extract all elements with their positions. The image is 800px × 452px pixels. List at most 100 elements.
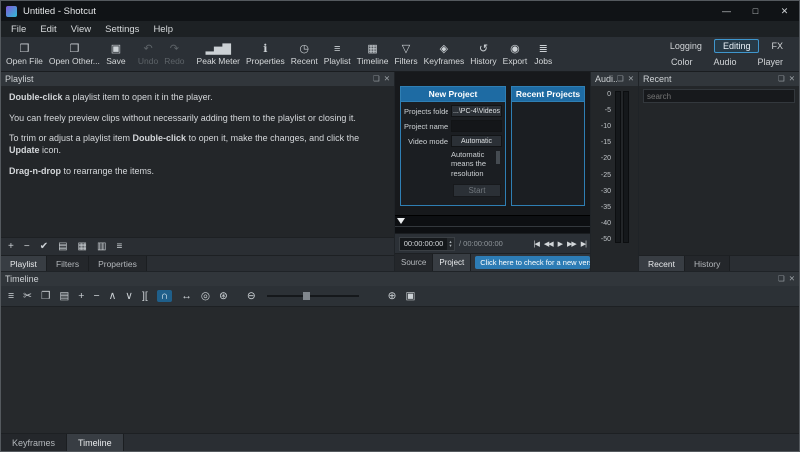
jobs-button[interactable]: ≣ Jobs [530, 42, 556, 67]
properties-button[interactable]: ℹ Properties [243, 42, 288, 67]
tab-properties[interactable]: Properties [89, 256, 147, 271]
main-toolbar: ❒ Open File ❐ Open Other... ▣ Save ↶ Und… [1, 37, 799, 72]
search-input[interactable] [643, 89, 795, 103]
scrub-while-dragging-icon[interactable]: ↔ [181, 291, 192, 302]
playhead-marker[interactable] [397, 218, 405, 224]
spinner-arrows[interactable]: ▴ ▾ [447, 237, 454, 250]
layout-tab-logging[interactable]: Logging [661, 39, 711, 53]
menu-view[interactable]: View [64, 23, 98, 36]
recent-button[interactable]: ◷ Recent [288, 42, 321, 67]
ripple-icon[interactable]: ◎ [201, 291, 210, 302]
recent-icon: ◷ [299, 42, 310, 55]
top-row: Playlist ❏ ✕ Double-click a playlist ite… [1, 72, 799, 271]
ripple-all-tracks-icon[interactable]: ⊛ [219, 291, 228, 302]
timeline-button[interactable]: ▦ Timeline [354, 42, 392, 67]
keyframes-button[interactable]: ◈ Keyframes [421, 42, 468, 67]
close-panel-icon[interactable]: ✕ [789, 75, 795, 83]
menu-file[interactable]: File [4, 23, 33, 36]
close-panel-icon[interactable]: ✕ [384, 75, 390, 83]
close-button[interactable]: ✕ [770, 1, 799, 21]
zoom-in-icon[interactable]: ⊕ [388, 291, 397, 302]
close-panel-icon[interactable]: ✕ [789, 275, 795, 283]
menu-edit[interactable]: Edit [33, 23, 63, 36]
playlist-menu-icon[interactable]: ≡ [116, 241, 122, 252]
layout-tab-editing[interactable]: Editing [713, 39, 760, 53]
maximize-button[interactable]: □ [741, 1, 770, 21]
ripple-delete-icon[interactable]: − [93, 291, 99, 302]
view-details-icon[interactable]: ▤ [58, 241, 67, 252]
copy-icon[interactable]: ❐ [41, 291, 50, 302]
project-name-input[interactable] [451, 120, 502, 132]
tab-filters[interactable]: Filters [46, 256, 90, 271]
overwrite-icon[interactable]: ∨ [125, 291, 133, 302]
tab-recent[interactable]: Recent [639, 256, 685, 271]
append-icon[interactable]: + [78, 291, 84, 302]
layout-tab-fx[interactable]: FX [762, 39, 792, 53]
fast-forward-icon[interactable]: ▶▶ [567, 240, 577, 248]
history-button[interactable]: ↺ History [467, 42, 499, 67]
seek-bar[interactable] [395, 215, 590, 233]
left-dock-tabs: Playlist Filters Properties [1, 255, 394, 271]
tab-timeline[interactable]: Timeline [67, 434, 124, 451]
layout-tab-player[interactable]: Player [748, 55, 792, 69]
undo-button[interactable]: ↶ Undo [135, 42, 161, 67]
cut-icon[interactable]: ✂ [23, 291, 32, 302]
playlist-add-icon[interactable]: + [8, 241, 14, 252]
layout-tab-audio[interactable]: Audio [704, 55, 745, 69]
description-scrollbar[interactable] [496, 151, 500, 164]
paste-icon[interactable]: ▤ [59, 291, 69, 302]
titlebar: Untitled - Shotcut — □ ✕ [1, 1, 799, 21]
projects-folder-button[interactable]: ...\PC-4\Videos [451, 105, 502, 117]
open-file-button[interactable]: ❒ Open File [3, 42, 46, 67]
tab-history[interactable]: History [684, 256, 731, 271]
float-panel-icon[interactable]: ❏ [617, 75, 624, 83]
menu-help[interactable]: Help [146, 23, 180, 36]
tab-project[interactable]: Project [433, 254, 472, 271]
float-panel-icon[interactable]: ❏ [373, 75, 380, 83]
export-button[interactable]: ◉ Export [500, 42, 531, 67]
playlist-remove-icon[interactable]: − [24, 241, 30, 252]
redo-button[interactable]: ↷ Redo [161, 42, 187, 67]
properties-icon: ℹ [263, 42, 268, 55]
filters-icon: ▽ [401, 42, 411, 55]
minimize-button[interactable]: — [712, 1, 741, 21]
meter-bar-right [623, 91, 629, 243]
timeline-menu-icon[interactable]: ≡ [8, 291, 14, 302]
tab-keyframes[interactable]: Keyframes [1, 434, 68, 451]
play-icon[interactable]: ▶ [558, 240, 563, 248]
zoom-slider-handle[interactable] [302, 292, 310, 300]
layout-tab-color[interactable]: Color [662, 55, 702, 69]
float-panel-icon[interactable]: ❏ [778, 275, 785, 283]
current-time-spinner[interactable]: 00:00:00:00 ▴ ▾ [399, 236, 455, 251]
snap-icon[interactable]: ∩ [156, 289, 173, 303]
zoom-fit-icon[interactable]: ▣ [405, 291, 415, 302]
float-panel-icon[interactable]: ❏ [778, 75, 785, 83]
view-icons-icon[interactable]: ▦ [78, 241, 87, 252]
current-time-value[interactable]: 00:00:00:00 [400, 238, 447, 250]
skip-to-end-icon[interactable]: ▶| [581, 240, 587, 248]
video-mode-button[interactable]: Automatic [451, 135, 502, 147]
audio-peak-meter-panel: Audi... ❏ ✕ 0 -5 -10 -15 -20 -25 -30 [591, 72, 639, 271]
menu-settings[interactable]: Settings [98, 23, 146, 36]
spin-down-icon[interactable]: ▾ [449, 243, 451, 248]
split-icon[interactable]: ][ [142, 291, 148, 302]
tab-playlist[interactable]: Playlist [1, 256, 47, 271]
close-panel-icon[interactable]: ✕ [628, 75, 634, 83]
playlist-update-icon[interactable]: ✔ [40, 241, 48, 252]
save-button[interactable]: ▣ Save [103, 42, 129, 67]
timeline-panel: Timeline ❏ ✕ ≡ ✂ ❐ ▤ + − ∧ ∨ ][ ∩ ↔ ◎ ⊛ [1, 271, 799, 433]
playlist-button[interactable]: ≡ Playlist [321, 42, 354, 67]
view-tiles-icon[interactable]: ▥ [97, 241, 106, 252]
start-button[interactable]: Start [453, 184, 501, 197]
zoom-slider[interactable] [266, 290, 359, 302]
skip-to-start-icon[interactable]: |◀ [534, 240, 540, 248]
peak-meter-button[interactable]: ▂▅▇ Peak Meter [194, 42, 243, 67]
rewind-icon[interactable]: ◀◀ [544, 240, 554, 248]
zoom-out-icon[interactable]: ⊖ [247, 291, 256, 302]
check-version-button[interactable]: Click here to check for a new versi... [475, 256, 590, 269]
tab-source[interactable]: Source [395, 254, 434, 271]
lift-icon[interactable]: ∧ [109, 291, 117, 302]
filters-button[interactable]: ▽ Filters [391, 42, 420, 67]
recent-panel-header: Recent ❏ ✕ [639, 72, 799, 86]
open-other-button[interactable]: ❐ Open Other... [46, 42, 103, 67]
